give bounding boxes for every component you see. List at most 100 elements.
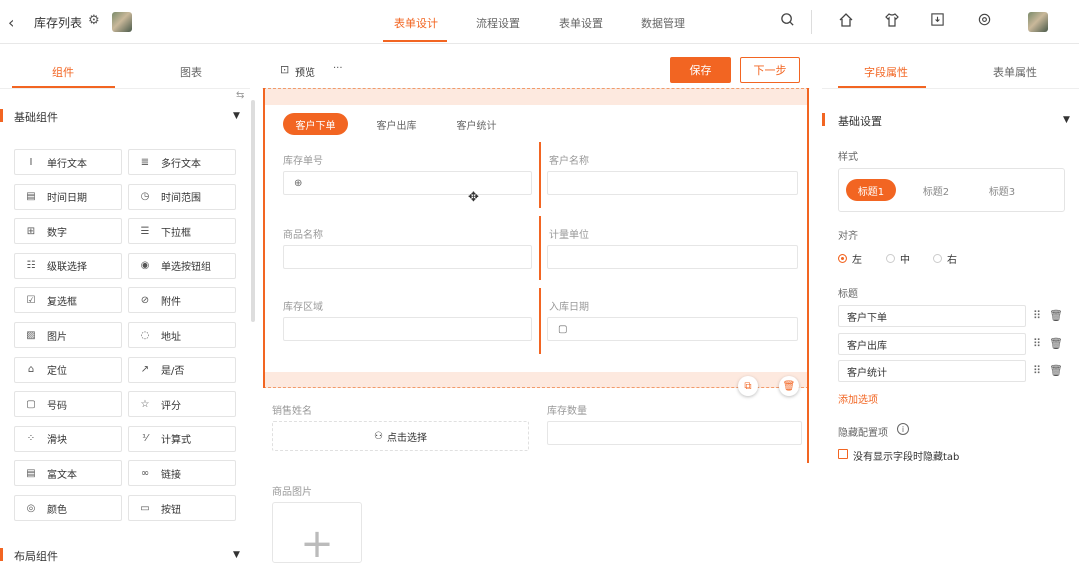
field-label: 商品图片 xyxy=(272,487,312,498)
select-person-button[interactable]: ⚇ 点击选择 xyxy=(272,421,529,451)
component-cascade-select[interactable]: ☷ 级联选择 xyxy=(14,252,122,279)
component-time-range[interactable]: ◷ 时间范围 xyxy=(128,183,236,210)
component-image[interactable]: ▨ 图片 xyxy=(14,322,122,348)
tab-charts[interactable]: 图表 xyxy=(180,64,202,80)
tab-form-properties[interactable]: 表单属性 xyxy=(993,64,1037,80)
drag-handle-icon[interactable]: ⠿ xyxy=(1033,309,1041,322)
component-yes-no[interactable]: ↗ 是/否 xyxy=(128,356,236,383)
component-number[interactable]: ⊞ 数字 xyxy=(14,218,122,245)
component-location[interactable]: ⌂ 定位 xyxy=(14,356,122,383)
component-rating[interactable]: ☆ 评分 xyxy=(128,391,236,418)
component-formula[interactable]: ⅟ 计算式 xyxy=(128,425,236,452)
component-button[interactable]: ▭ 按钮 xyxy=(128,495,236,521)
component-rich-text[interactable]: ▤ 富文本 xyxy=(14,460,122,487)
copy-icon[interactable]: ⧉ xyxy=(738,376,758,396)
style-option-title2[interactable]: 标题2 xyxy=(911,179,961,201)
shirt-icon[interactable] xyxy=(884,12,900,32)
component-label: 计算式 xyxy=(161,435,191,447)
home-icon[interactable] xyxy=(838,12,854,32)
add-option-link[interactable]: 添加选项 xyxy=(838,391,878,406)
field-label: 销售姓名 xyxy=(272,406,312,417)
trash-icon[interactable]: 🗑 xyxy=(1049,364,1063,377)
component-phone[interactable]: ▢ 号码 xyxy=(14,391,122,418)
canvas-tab-customer-stats[interactable]: 客户统计 xyxy=(444,113,509,135)
preview-button[interactable]: 预览 xyxy=(295,64,315,79)
align-left-radio[interactable]: 左 xyxy=(838,251,862,266)
trash-icon[interactable]: 🗑 xyxy=(1049,309,1063,322)
inbound-date-input[interactable]: ▢ xyxy=(547,317,798,341)
avatar[interactable] xyxy=(112,12,132,32)
search-icon[interactable] xyxy=(780,12,795,31)
next-button[interactable]: 下一步 xyxy=(740,57,800,83)
back-icon[interactable]: ‹ xyxy=(8,13,14,32)
selected-tab-container[interactable] xyxy=(263,88,809,388)
component-dropdown[interactable]: ☰ 下拉框 xyxy=(128,218,236,245)
tab-data-management[interactable]: 数据管理 xyxy=(641,15,685,31)
settings-icon[interactable] xyxy=(977,12,992,31)
component-attachment[interactable]: ⊘ 附件 xyxy=(128,287,236,314)
selection-edge xyxy=(807,88,809,463)
tab-field-properties[interactable]: 字段属性 xyxy=(864,64,908,80)
product-name-input[interactable] xyxy=(283,245,532,269)
column-divider xyxy=(539,288,541,354)
more-button[interactable]: ··· xyxy=(333,63,343,74)
component-label: 按钮 xyxy=(161,504,181,516)
info-icon[interactable]: i xyxy=(897,423,909,435)
canvas-tab-customer-order[interactable]: 客户下单 xyxy=(283,113,348,135)
unit-input[interactable] xyxy=(547,245,798,269)
section-basic-components[interactable]: 基础组件 xyxy=(14,109,58,125)
scrollbar[interactable] xyxy=(251,100,255,322)
sort-icon[interactable]: ⇆ xyxy=(236,90,244,101)
title-option-input[interactable]: 客户出库 xyxy=(838,333,1026,355)
user-avatar[interactable] xyxy=(1028,12,1048,32)
component-label: 号码 xyxy=(47,400,67,412)
component-date-time[interactable]: ▤ 时间日期 xyxy=(14,183,122,210)
multi-line-text-icon: ≣ xyxy=(140,156,150,168)
drag-handle-icon[interactable]: ⠿ xyxy=(1033,364,1041,377)
stock-area-input[interactable] xyxy=(283,317,532,341)
section-basic-settings[interactable]: 基础设置 xyxy=(838,113,882,129)
download-icon[interactable] xyxy=(930,12,945,31)
delete-icon[interactable]: 🗑 xyxy=(779,376,799,396)
save-button[interactable]: 保存 xyxy=(670,57,731,83)
tab-flow-settings[interactable]: 流程设置 xyxy=(476,15,520,31)
component-single-line-text[interactable]: I 单行文本 xyxy=(14,149,122,175)
customer-name-input[interactable] xyxy=(547,171,798,195)
component-checkbox[interactable]: ☑ 复选框 xyxy=(14,287,122,314)
style-option-title3[interactable]: 标题3 xyxy=(977,179,1027,201)
chevron-down-icon[interactable]: ▼ xyxy=(233,111,240,121)
tab-form-settings[interactable]: 表单设置 xyxy=(559,15,603,31)
align-right-radio[interactable]: 右 xyxy=(933,251,957,266)
stock-quantity-input[interactable] xyxy=(547,421,802,445)
component-radio-group[interactable]: ◉ 单选按钮组 xyxy=(128,252,236,279)
hide-tab-checkbox[interactable] xyxy=(838,449,848,459)
trash-icon[interactable]: 🗑 xyxy=(1049,337,1063,350)
drag-handle-icon[interactable]: ⠿ xyxy=(1033,337,1041,350)
component-address[interactable]: ◌ 地址 xyxy=(128,322,236,348)
field-label: 商品名称 xyxy=(283,230,323,241)
preview-icon[interactable]: ⊡ xyxy=(280,63,289,76)
title-label: 标题 xyxy=(838,289,858,300)
section-layout-components[interactable]: 布局组件 xyxy=(14,548,58,563)
canvas-tab-customer-outbound[interactable]: 客户出库 xyxy=(364,113,429,135)
field-label: 客户名称 xyxy=(549,156,589,167)
gear-icon[interactable]: ⚙ xyxy=(88,13,100,28)
component-color[interactable]: ◎ 颜色 xyxy=(14,495,122,521)
stock-number-input[interactable]: ⊕ xyxy=(283,171,532,195)
chevron-down-icon[interactable]: ▼ xyxy=(233,550,240,560)
title-option-input[interactable]: 客户下单 xyxy=(838,305,1026,327)
tab-form-design[interactable]: 表单设计 xyxy=(394,15,438,31)
single-line-text-icon: I xyxy=(29,156,33,168)
rich-text-icon: ▤ xyxy=(26,467,36,479)
upload-image-button[interactable]: + xyxy=(272,502,362,563)
field-label: 入库日期 xyxy=(549,302,589,313)
dropdown-icon: ☰ xyxy=(140,225,150,237)
style-option-title1[interactable]: 标题1 xyxy=(846,179,896,201)
tab-components[interactable]: 组件 xyxy=(52,64,74,80)
align-center-radio[interactable]: 中 xyxy=(886,251,910,266)
component-link[interactable]: ∞ 链接 xyxy=(128,460,236,487)
component-slider[interactable]: ⁘ 滑块 xyxy=(14,425,122,452)
title-option-input[interactable]: 客户统计 xyxy=(838,360,1026,382)
chevron-down-icon[interactable]: ▼ xyxy=(1063,115,1070,125)
component-multi-line-text[interactable]: ≣ 多行文本 xyxy=(128,149,236,175)
